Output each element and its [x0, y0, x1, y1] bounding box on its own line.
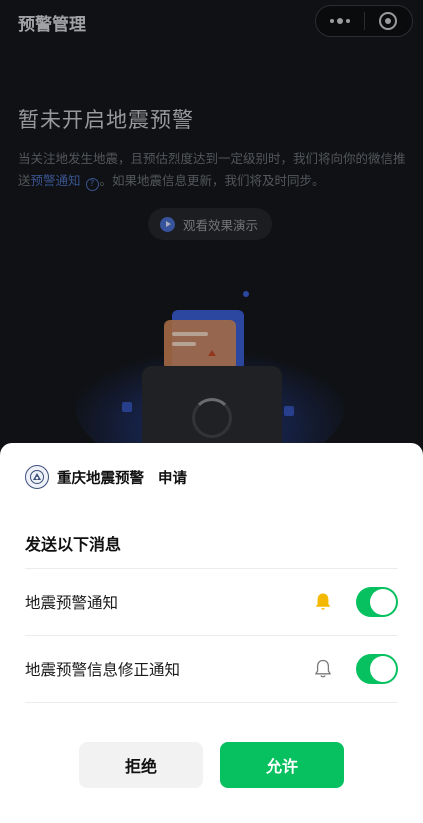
sheet-header: 重庆地震预警 申请	[25, 465, 187, 489]
subscribe-permission-sheet: 重庆地震预警 申请 发送以下消息 地震预警通知 地震预警信息修正通知 拒绝 允许	[0, 443, 423, 823]
section-title: 发送以下消息	[25, 535, 122, 554]
permission-row-earthquake-alert: 地震预警通知	[25, 569, 398, 635]
reject-button[interactable]: 拒绝	[79, 742, 203, 788]
bell-filled-icon	[315, 593, 331, 610]
app-name: 重庆地震预警	[57, 470, 144, 487]
bell-outline-icon	[315, 659, 331, 678]
divider	[25, 702, 398, 703]
allow-button[interactable]: 允许	[220, 742, 344, 788]
permission-label: 地震预警信息修正通知	[25, 661, 181, 679]
app-logo-icon	[25, 465, 49, 489]
earthquake-alert-toggle[interactable]	[356, 587, 398, 617]
request-label: 申请	[158, 470, 187, 487]
permission-label: 地震预警通知	[25, 594, 119, 612]
alert-correction-toggle[interactable]	[356, 654, 398, 684]
permission-row-alert-correction: 地震预警信息修正通知	[25, 636, 398, 702]
